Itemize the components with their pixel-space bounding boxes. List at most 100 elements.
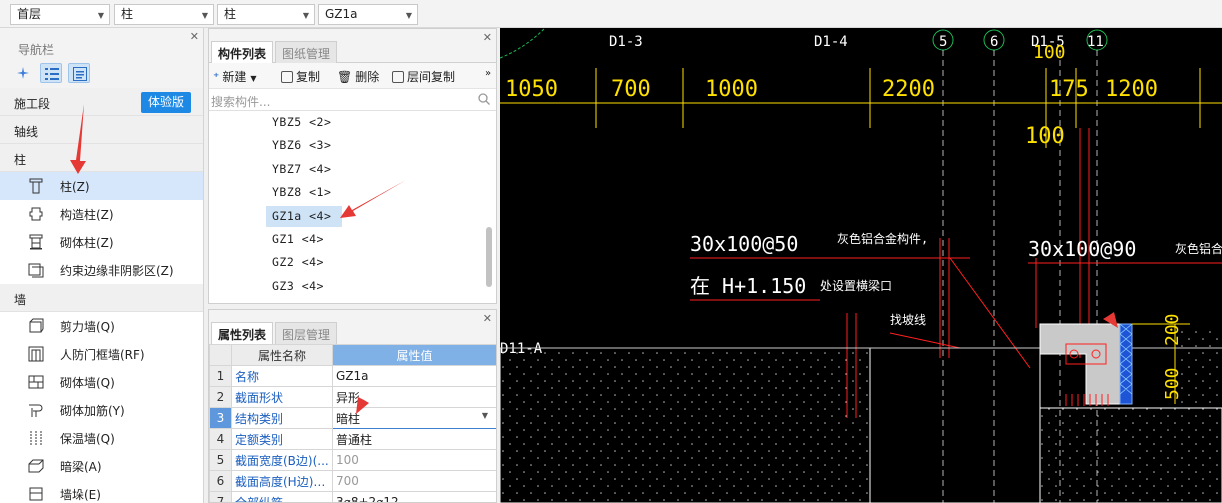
nav-item-hidden-beam[interactable]: 暗梁(A) — [0, 452, 203, 480]
list-item[interactable]: GZ3 <4> — [209, 275, 496, 298]
nav-item-label: 墙垛(E) — [60, 488, 101, 502]
axis-label: 11 — [1087, 34, 1104, 50]
nav-item-label: 保温墙(Q) — [60, 432, 115, 446]
delete-button[interactable]: 🗑 删除 — [337, 68, 379, 85]
copy-icon — [281, 71, 293, 83]
type-select[interactable]: 柱 ▼ — [217, 4, 315, 25]
new-button[interactable]: ⁺ 新建 ▼ — [213, 68, 257, 85]
list-item-label: GZ3 <4> — [272, 278, 324, 293]
component-list: YBZ5 <2> YBZ6 <3> YBZ7 <4> YBZ8 <1> GZ1a… — [209, 111, 496, 298]
table-row[interactable]: 5 截面宽度(B边)(... 100 — [209, 449, 496, 471]
table-row[interactable]: 4 定额类别 普通柱 — [209, 428, 496, 450]
property-value[interactable]: 100 — [332, 449, 496, 471]
chevron-down-icon[interactable]: ▼ — [482, 411, 488, 420]
delete-label: 删除 — [355, 70, 380, 84]
table-row[interactable]: 6 截面高度(H边)(... 700 — [209, 470, 496, 492]
section-label: 墙 — [14, 293, 27, 307]
structure-category-dropdown[interactable]: 暗柱 ▼ — [332, 407, 496, 429]
list-item[interactable]: GZ2 <4> — [209, 251, 496, 274]
nav-item-civil-defense-wall[interactable]: 人防门框墙(RF) — [0, 340, 203, 368]
list-item[interactable]: YBZ6 <3> — [209, 134, 496, 157]
property-value[interactable]: GZ1a — [332, 365, 496, 387]
component-tabs: 构件列表 图纸管理 ✕ — [209, 29, 496, 63]
property-name: 定额类别 — [231, 428, 333, 450]
list-item-selected[interactable]: GZ1a <4> — [209, 205, 496, 228]
nav-item-shear-wall[interactable]: 剪力墙(Q) — [0, 312, 203, 340]
pin-tool-button[interactable] — [12, 63, 34, 83]
property-value[interactable]: 普通柱 — [332, 428, 496, 450]
detail-view-button[interactable] — [68, 63, 90, 83]
drawing-canvas[interactable]: D1-3 D1-4 5 6 D1-5 11 D11-A 1050 700 100… — [500, 28, 1222, 503]
table-row-current[interactable]: 3 结构类别 暗柱 ▼ — [209, 407, 496, 429]
annotation-text: 30x100@50 — [690, 232, 798, 256]
tab-layer-management[interactable]: 图层管理 — [275, 322, 338, 344]
nav-item-label: 柱(Z) — [60, 180, 90, 194]
property-value: 暗柱 — [336, 411, 361, 426]
trial-version-button[interactable]: 体验版 — [141, 92, 191, 113]
floor-copy-icon — [392, 71, 404, 83]
table-row[interactable]: 7 全部纵筋 3⌀8+2⌀12 — [209, 491, 496, 502]
tab-property-list[interactable]: 属性列表 — [211, 322, 274, 344]
nav-item-constructional-column[interactable]: 构造柱(Z) — [0, 200, 203, 228]
section-construction-stage[interactable]: 施工段 体验版 — [0, 88, 203, 116]
list-item[interactable]: GZ1 <4> — [209, 228, 496, 251]
nav-item-edge-constraint[interactable]: 约束边缘非阴影区(Z) — [0, 256, 203, 284]
close-icon[interactable]: ✕ — [190, 30, 199, 43]
list-item-label: YBZ5 <2> — [272, 115, 332, 129]
masonry-column-icon — [29, 234, 43, 250]
nav-item-insulation-wall[interactable]: 保温墙(Q) — [0, 424, 203, 452]
table-row[interactable]: 2 截面形状 异形 — [209, 386, 496, 408]
close-icon[interactable]: ✕ — [483, 312, 492, 325]
nav-item-masonry-column[interactable]: 砌体柱(Z) — [0, 228, 203, 256]
annotation-text: 找坡线 — [890, 313, 926, 327]
section-column[interactable]: 柱 — [0, 144, 203, 172]
floor-select[interactable]: 首层 ▼ — [10, 4, 110, 25]
axis-label: D1-3 — [609, 34, 643, 50]
category-select-value: 柱 — [121, 7, 134, 21]
nav-item-label: 砌体柱(Z) — [60, 236, 114, 250]
nav-item-column[interactable]: 柱(Z) — [0, 172, 203, 200]
component-select[interactable]: GZ1a ▼ — [318, 4, 418, 25]
dimension-text: 700 — [611, 77, 651, 102]
civil-defense-wall-icon — [28, 346, 44, 362]
section-axis[interactable]: 轴线 — [0, 116, 203, 144]
more-button[interactable]: » — [485, 68, 491, 79]
header-num — [209, 344, 232, 366]
sparkle-icon — [17, 67, 29, 79]
dimension-text: 100 — [1033, 42, 1066, 63]
property-value[interactable]: 异形 — [332, 386, 496, 408]
navigation-panel: 导航栏 ✕ 施工段 体验版 轴线 柱 柱(Z) 构造柱(Z) 砌体柱(Z) 约束… — [0, 28, 204, 503]
list-item-label: YBZ7 <4> — [272, 161, 332, 176]
copy-button[interactable]: 复制 — [281, 68, 320, 85]
vertical-scrollbar[interactable] — [486, 227, 492, 287]
toolbar-selectors: 首层 ▼ 柱 ▼ 柱 ▼ GZ1a ▼ — [0, 0, 1222, 28]
category-select[interactable]: 柱 ▼ — [114, 4, 214, 25]
nav-item-label: 砌体加筋(Y) — [60, 404, 125, 418]
table-row[interactable]: 1 名称 GZ1a — [209, 365, 496, 387]
chevron-down-icon: ▼ — [405, 11, 412, 20]
list-item[interactable]: YBZ8 <1> — [209, 181, 496, 204]
property-value[interactable]: 700 — [332, 470, 496, 492]
list-view-button[interactable] — [40, 63, 62, 83]
floor-copy-button[interactable]: 层间复制 — [392, 68, 455, 85]
new-icon: ⁺ — [213, 70, 220, 84]
document-list-icon — [73, 67, 87, 81]
section-wall[interactable]: 墙 — [0, 284, 203, 312]
property-name: 截面形状 — [231, 386, 333, 408]
slab-outline — [869, 347, 1041, 503]
property-value[interactable]: 3⌀8+2⌀12 — [332, 491, 496, 502]
nav-item-wall-pier[interactable]: 墙垛(E) — [0, 480, 203, 503]
list-item[interactable]: YBZ7 <4> — [209, 158, 496, 181]
nav-item-masonry-rebar[interactable]: 砌体加筋(Y) — [0, 396, 203, 424]
type-select-value: 柱 — [224, 7, 237, 21]
component-search-input[interactable]: 搜索构件... — [209, 89, 496, 111]
close-icon[interactable]: ✕ — [483, 31, 492, 44]
search-placeholder: 搜索构件... — [211, 95, 271, 109]
chevron-down-icon: ▼ — [201, 11, 208, 20]
dimension-text: 500 — [1162, 367, 1183, 400]
list-item[interactable]: YBZ5 <2> — [209, 111, 496, 134]
header-name: 属性名称 — [231, 344, 333, 366]
nav-item-masonry-wall[interactable]: 砌体墙(Q) — [0, 368, 203, 396]
tab-drawing-management[interactable]: 图纸管理 — [275, 41, 338, 63]
tab-component-list[interactable]: 构件列表 — [211, 41, 274, 63]
